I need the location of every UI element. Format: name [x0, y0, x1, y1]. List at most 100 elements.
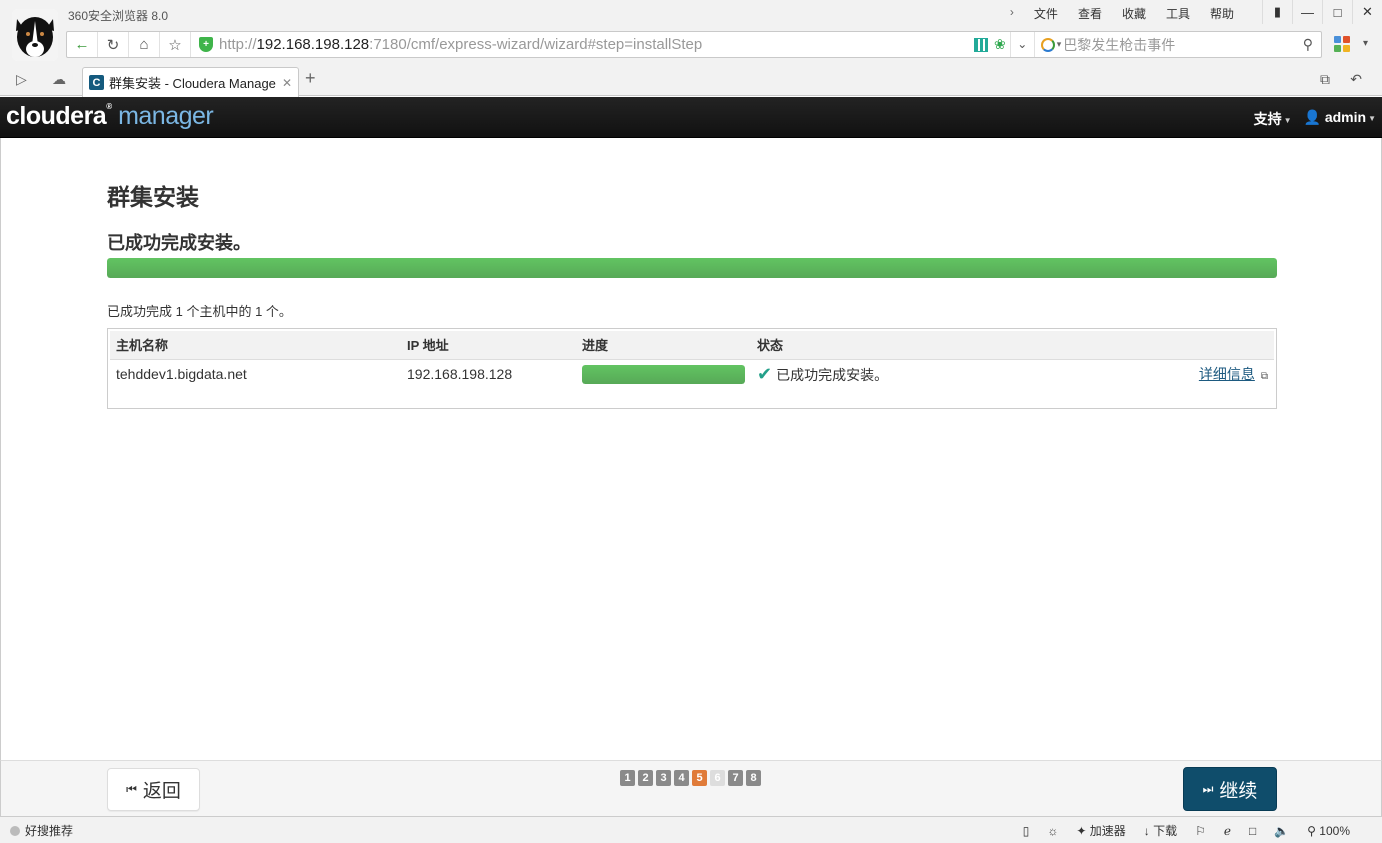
address-input[interactable]: http://192.168.198.128:7180/cmf/express-…: [219, 36, 974, 53]
tab-cloudera-manager[interactable]: C 群集安装 - Cloudera Manage ✕: [82, 67, 299, 97]
zoom-level: 100%: [1319, 823, 1350, 838]
cloudera-manager-logo[interactable]: cloudera® manager: [6, 102, 214, 131]
search-engine-dropdown-icon[interactable]: ▾: [1057, 39, 1062, 50]
menu-help[interactable]: 帮助: [1200, 5, 1244, 22]
maximize-button[interactable]: □: [1322, 0, 1352, 24]
flag-icon[interactable]: ⚐: [1195, 824, 1206, 838]
continue-button[interactable]: ⏭ 继续: [1183, 767, 1277, 811]
browser-title-bar: 360安全浏览器 8.0 › 文件 查看 收藏 工具 帮助 ▮ — □ ✕: [0, 0, 1382, 61]
logo-cloudera: cloudera: [6, 102, 107, 130]
table-header-row: 主机名称 IP 地址 进度 状态: [110, 331, 1274, 360]
recommend-area[interactable]: 好搜推荐: [10, 822, 73, 839]
recommend-label: 好搜推荐: [25, 824, 74, 838]
accelerator-button[interactable]: ✦ 加速器: [1076, 822, 1125, 839]
menu-file[interactable]: 文件: [1024, 5, 1068, 22]
recommend-dot-icon: [10, 825, 20, 836]
minimize-button[interactable]: —: [1292, 0, 1322, 24]
mobile-icon[interactable]: ▯: [1023, 824, 1030, 838]
tab-close-icon[interactable]: ✕: [282, 76, 292, 90]
skin-icon[interactable]: ▮: [1262, 0, 1292, 24]
overall-progress-fill: [107, 258, 1277, 278]
cloudera-favicon-icon: C: [89, 75, 104, 90]
wizard-step-1: 1: [620, 770, 635, 786]
browser-app-title: 360安全浏览器 8.0: [68, 9, 169, 23]
address-dropdown-chevron-icon[interactable]: ⌄: [1011, 32, 1035, 57]
details-cell: 详细信息 ⧉: [1174, 359, 1274, 389]
address-icons: ❀: [974, 32, 1011, 57]
qr-code-icon[interactable]: [974, 37, 988, 52]
tab-list-icon[interactable]: ⧉: [1320, 71, 1330, 88]
wizard-step-4: 4: [674, 770, 689, 786]
back-button-label: 返回: [142, 781, 181, 802]
accelerator-label: 加速器: [1089, 824, 1126, 838]
wizard-step-7: 7: [728, 770, 743, 786]
browser-menu-bar: › 文件 查看 收藏 工具 帮助: [1000, 5, 1244, 22]
back-arrow-icon[interactable]: ←: [67, 32, 98, 57]
url-scheme: http://: [219, 36, 257, 53]
browser-tab-bar: ▷ ☁ C 群集安装 - Cloudera Manage ✕ + ⧉ ↶: [0, 62, 1382, 97]
column-actions: [1174, 331, 1274, 360]
apps-dropdown-icon[interactable]: ▾: [1363, 38, 1368, 49]
host-name-cell: tehddev1.bigdata.net: [116, 366, 247, 383]
user-avatar[interactable]: [12, 9, 58, 61]
cloudera-header: cloudera® manager 支持 ▼ 👤 admin ▼: [0, 97, 1382, 138]
wizard-footer: ⏮ 返回 12345678 ⏭ 继续: [0, 760, 1382, 816]
bookmark-star-icon[interactable]: ☆: [160, 32, 191, 57]
apps-grid-icon[interactable]: [1334, 36, 1350, 52]
zoom-control[interactable]: ⚲ 100%: [1307, 824, 1350, 838]
column-progress: 进度: [576, 331, 751, 360]
browser-engine-icon[interactable]: ☼: [1047, 824, 1058, 838]
main-content: 群集安装 已成功完成安装。 已成功完成 1 个主机中的 1 个。 主机名称 IP…: [0, 138, 1382, 760]
step-back-icon: ⏮: [126, 782, 137, 796]
checkmark-icon: ✔: [757, 363, 773, 384]
search-magnifier-icon[interactable]: ⚲: [1303, 36, 1313, 53]
status-tools: ▯ ☼ ✦ 加速器 ↓ 下载 ⚐ ℯ □ 🔈 ⚲ 100%: [1023, 822, 1350, 839]
close-window-button[interactable]: ✕: [1352, 0, 1382, 24]
cloud-sync-icon[interactable]: ☁: [52, 71, 66, 88]
security-shield-icon[interactable]: +: [199, 37, 213, 52]
back-button[interactable]: ⏮ 返回: [107, 768, 200, 811]
new-tab-plus-icon[interactable]: +: [305, 68, 316, 89]
menu-view[interactable]: 查看: [1068, 5, 1112, 22]
user-icon: 👤: [1303, 109, 1321, 125]
menu-favorites[interactable]: 收藏: [1112, 5, 1156, 22]
wizard-step-5: 5: [692, 770, 707, 786]
dog-avatar-icon: [12, 9, 58, 61]
wizard-step-indicator: 12345678: [620, 770, 761, 786]
support-menu[interactable]: 支持 ▼: [1254, 109, 1292, 129]
ie-mode-icon[interactable]: ℯ: [1224, 824, 1231, 838]
menu-tools[interactable]: 工具: [1156, 5, 1200, 22]
continue-button-label: 继续: [1219, 780, 1258, 802]
user-menu[interactable]: 👤 admin ▼: [1304, 109, 1376, 129]
undo-close-tab-icon[interactable]: ↶: [1350, 71, 1362, 88]
user-caret-icon: ▼: [1368, 113, 1376, 123]
browser-nav-bar: ← ↻ ⌂ ☆ + http://192.168.198.128:7180/cm…: [0, 28, 1382, 62]
page-title: 群集安装: [107, 184, 199, 210]
install-summary: 已成功完成 1 个主机中的 1 个。: [107, 304, 292, 319]
details-link[interactable]: 详细信息: [1199, 366, 1255, 382]
screenshot-icon[interactable]: □: [1249, 824, 1256, 838]
search-input[interactable]: 巴黎发生枪击事件: [1063, 35, 1175, 55]
speed-mode-leaf-icon[interactable]: ❀: [994, 36, 1006, 53]
url-host: 192.168.198.128: [256, 36, 370, 53]
volume-icon[interactable]: 🔈: [1274, 824, 1289, 838]
install-status-heading: 已成功完成安装。: [107, 233, 251, 253]
search-box[interactable]: ▾ 巴黎发生枪击事件 ⚲: [1035, 35, 1321, 55]
sidebar-toggle-icon[interactable]: ▷: [16, 71, 27, 88]
logo-manager: manager: [118, 102, 214, 130]
host-progress-fill: [582, 364, 745, 384]
home-icon[interactable]: ⌂: [129, 32, 160, 57]
refresh-icon[interactable]: ↻: [98, 32, 129, 57]
wizard-step-6: 6: [710, 770, 725, 786]
support-caret-icon: ▼: [1283, 115, 1292, 125]
header-menu: 支持 ▼ 👤 admin ▼: [1254, 109, 1376, 129]
address-toolbar: ← ↻ ⌂ ☆ + http://192.168.198.128:7180/cm…: [66, 31, 1322, 58]
download-label: 下载: [1153, 824, 1178, 838]
menu-collapse-chevron-icon[interactable]: ›: [1000, 5, 1024, 22]
external-link-icon: ⧉: [1260, 371, 1268, 383]
wizard-step-8: 8: [746, 770, 761, 786]
column-ip-address: IP 地址: [401, 331, 576, 360]
download-button[interactable]: ↓ 下载: [1144, 822, 1177, 839]
status-text: 已成功完成安装。: [776, 366, 889, 383]
search-engine-logo-icon[interactable]: [1040, 37, 1055, 52]
